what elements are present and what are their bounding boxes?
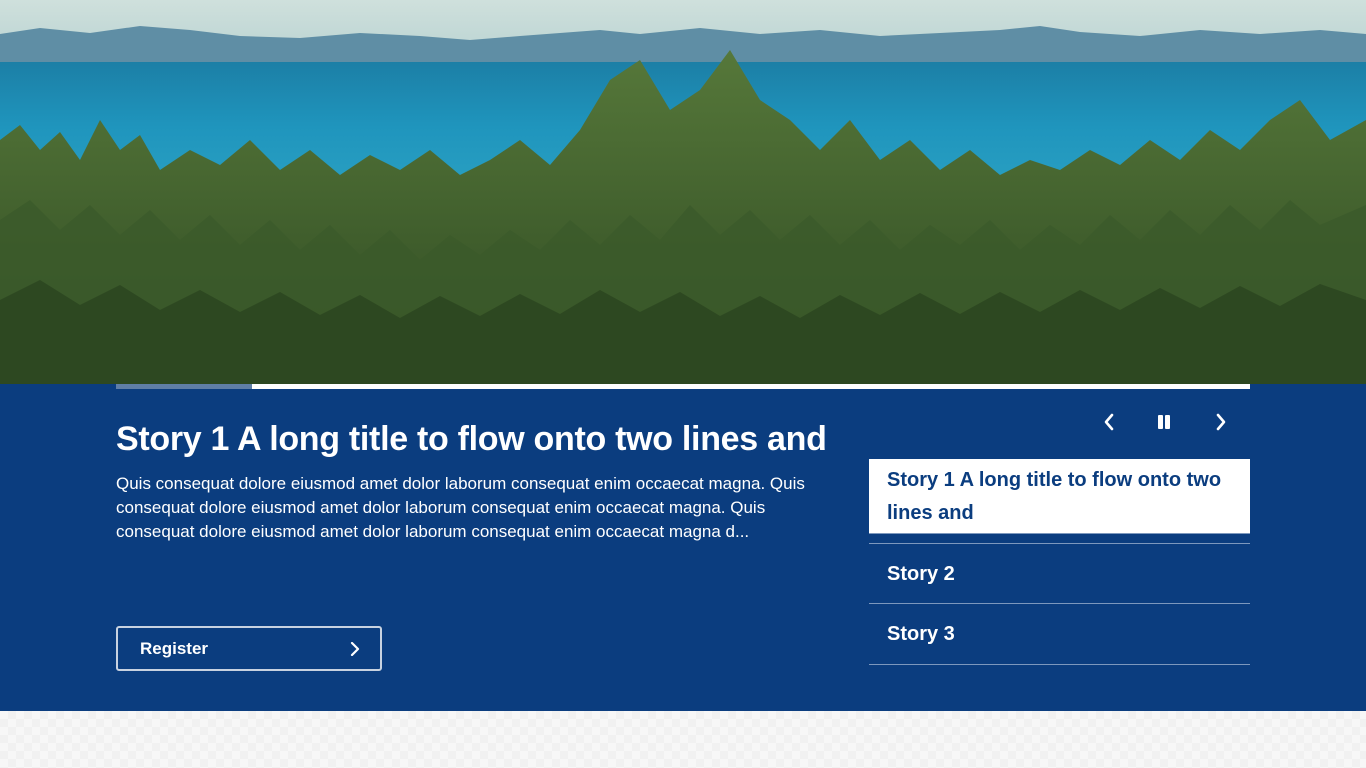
story-list-item-2[interactable]: Story 2 (869, 543, 1250, 604)
register-button[interactable]: Register (116, 626, 382, 671)
progress-fill (116, 384, 253, 389)
chevron-right-icon (1215, 413, 1227, 436)
progress-bar (116, 384, 1250, 389)
carousel-controls (1090, 412, 1240, 436)
story-title: Story 1 A long title to flow onto two li… (116, 420, 827, 458)
register-button-label: Register (140, 638, 209, 658)
hero-image (0, 0, 1366, 384)
page-background (0, 711, 1366, 768)
chevron-left-icon (1103, 413, 1115, 436)
story-list-item-1[interactable]: Story 1 A long title to flow onto two li… (869, 459, 1250, 534)
next-button[interactable] (1209, 412, 1233, 436)
pause-icon (1157, 414, 1171, 434)
story-description: Quis consequat dolore eiusmod amet dolor… (116, 474, 805, 541)
story-list: Story 1 A long title to flow onto two li… (869, 459, 1250, 665)
chevron-right-icon (350, 641, 360, 656)
pause-button[interactable] (1152, 412, 1176, 436)
story-panel: Story 1 A long title to flow onto two li… (0, 384, 1366, 711)
previous-button[interactable] (1097, 412, 1121, 436)
story-list-item-3[interactable]: Story 3 (869, 604, 1250, 665)
